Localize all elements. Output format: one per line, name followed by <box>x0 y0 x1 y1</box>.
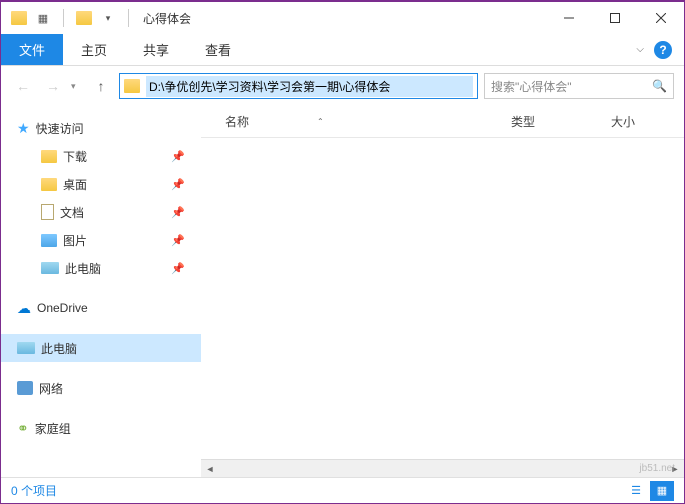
close-button[interactable] <box>638 3 684 33</box>
status-item-count: 0 个项目 <box>11 482 57 499</box>
sidebar-item-downloads[interactable]: 下载 📌 <box>1 142 201 170</box>
properties-icon[interactable]: ▦ <box>35 10 51 26</box>
scroll-left-icon[interactable]: ◄ <box>201 461 219 477</box>
sidebar-label: 网络 <box>39 380 63 397</box>
scroll-right-icon[interactable]: ► <box>666 461 684 477</box>
sidebar-item-homegroup[interactable]: ⚭ 家庭组 <box>1 414 201 442</box>
search-placeholder: 搜索"心得体会" <box>491 78 646 95</box>
sidebar-item-desktop[interactable]: 桌面 📌 <box>1 170 201 198</box>
maximize-button[interactable] <box>592 3 638 33</box>
window-title: 心得体会 <box>143 10 191 27</box>
sidebar-label: 桌面 <box>63 176 87 193</box>
pin-icon: 📌 <box>171 150 185 163</box>
sidebar-label: 下载 <box>63 148 87 165</box>
ribbon: 文件 主页 共享 查看 ⌵ ? <box>1 34 684 66</box>
pc-icon <box>17 342 35 354</box>
sort-indicator-icon: ⌃ <box>317 117 324 126</box>
sidebar-label: 此电脑 <box>65 260 101 277</box>
sidebar-label: 文档 <box>60 204 84 221</box>
content-area: ★ 快速访问 下载 📌 桌面 📌 文档 📌 图片 📌 此电脑 📌 <box>1 106 684 477</box>
cloud-icon: ☁ <box>17 300 31 317</box>
search-icon[interactable]: 🔍 <box>652 79 667 93</box>
file-list-pane: 名称 ⌃ 类型 大小 查字典教程网 jiaocheng.chazidian.co… <box>201 106 684 477</box>
pc-icon <box>41 262 59 274</box>
star-icon: ★ <box>17 120 30 137</box>
folder-icon <box>41 178 57 191</box>
sidebar-label: OneDrive <box>37 301 88 315</box>
app-icon[interactable] <box>11 10 27 26</box>
titlebar: ▦ ▾ 心得体会 <box>1 2 684 34</box>
view-icons-button[interactable]: ▦ <box>650 481 674 501</box>
tab-home[interactable]: 主页 <box>63 34 125 65</box>
folder-icon <box>41 234 57 247</box>
statusbar: 0 个项目 ☰ ▦ <box>1 477 684 503</box>
sidebar-item-network[interactable]: 网络 <box>1 374 201 402</box>
folder-icon <box>41 150 57 163</box>
file-list[interactable]: 查字典教程网 jiaocheng.chazidian.com <box>201 138 684 459</box>
sidebar-label: 家庭组 <box>35 420 71 437</box>
pin-icon: 📌 <box>171 206 185 219</box>
sidebar-item-quickaccess[interactable]: ★ 快速访问 <box>1 114 201 142</box>
pin-icon: 📌 <box>171 234 185 247</box>
sidebar-label: 快速访问 <box>36 120 84 137</box>
sidebar-label: 此电脑 <box>41 340 77 357</box>
window-controls <box>546 3 684 33</box>
tab-share[interactable]: 共享 <box>125 34 187 65</box>
pin-icon: 📌 <box>171 178 185 191</box>
ribbon-collapse-icon[interactable]: ⌵ <box>636 44 644 55</box>
sidebar-item-onedrive[interactable]: ☁ OneDrive <box>1 294 201 322</box>
network-icon <box>17 381 33 395</box>
sidebar-item-pictures[interactable]: 图片 📌 <box>1 226 201 254</box>
navigation-pane: ★ 快速访问 下载 📌 桌面 📌 文档 📌 图片 📌 此电脑 📌 <box>1 106 201 477</box>
address-input[interactable]: D:\争优创先\学习资料\学习会第一期\心得体会 <box>119 73 478 99</box>
column-type[interactable]: 类型 <box>511 113 611 130</box>
homegroup-icon: ⚭ <box>17 420 29 437</box>
file-tab[interactable]: 文件 <box>1 34 63 65</box>
sidebar-item-thispc-pinned[interactable]: 此电脑 📌 <box>1 254 201 282</box>
back-button[interactable]: ← <box>11 74 35 98</box>
sidebar-label: 图片 <box>63 232 87 249</box>
document-icon <box>41 204 54 220</box>
minimize-button[interactable] <box>546 3 592 33</box>
pin-icon: 📌 <box>171 262 185 275</box>
quick-access-toolbar: ▦ ▾ <box>1 9 133 27</box>
view-details-button[interactable]: ☰ <box>624 481 648 501</box>
qat-dropdown-icon[interactable]: ▾ <box>100 10 116 26</box>
sidebar-item-thispc[interactable]: 此电脑 <box>1 334 201 362</box>
column-headers: 名称 ⌃ 类型 大小 <box>201 106 684 138</box>
scroll-track[interactable] <box>219 461 666 477</box>
history-dropdown-icon[interactable]: ▾ <box>71 81 83 92</box>
column-name[interactable]: 名称 ⌃ <box>201 113 511 130</box>
address-path[interactable]: D:\争优创先\学习资料\学习会第一期\心得体会 <box>146 76 473 97</box>
forward-button[interactable]: → <box>41 74 65 98</box>
search-box[interactable]: 搜索"心得体会" 🔍 <box>484 73 674 99</box>
new-folder-icon[interactable] <box>76 10 92 26</box>
addressbar: ← → ▾ ↑ D:\争优创先\学习资料\学习会第一期\心得体会 搜索"心得体会… <box>1 66 684 106</box>
tab-view[interactable]: 查看 <box>187 34 249 65</box>
column-size[interactable]: 大小 <box>611 113 681 130</box>
up-button[interactable]: ↑ <box>89 74 113 98</box>
folder-icon <box>124 79 140 93</box>
sidebar-item-documents[interactable]: 文档 📌 <box>1 198 201 226</box>
help-icon[interactable]: ? <box>654 41 672 59</box>
horizontal-scrollbar[interactable]: ◄ ► <box>201 459 684 477</box>
